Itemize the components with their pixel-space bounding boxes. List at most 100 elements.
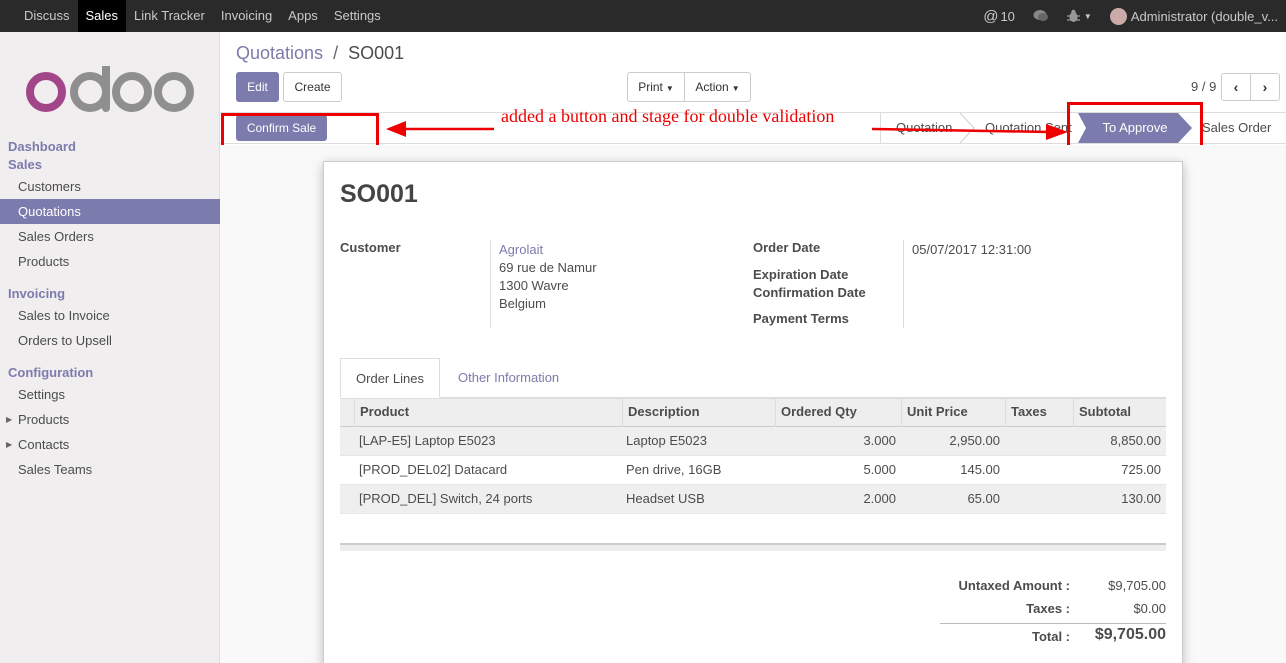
expiration-date-label: Expiration Date: [753, 267, 849, 282]
chat-button[interactable]: [1033, 9, 1049, 23]
record-title: SO001: [340, 180, 418, 208]
caret-right-icon: ▶: [6, 415, 13, 424]
sidebar-item-customers[interactable]: Customers: [0, 174, 220, 199]
breadcrumb-separator: /: [333, 43, 339, 63]
sidebar-item-products[interactable]: Products: [0, 249, 220, 274]
caret-down-icon: ▼: [731, 84, 740, 93]
app-menu: Discuss Sales Link Tracker Invoicing App…: [16, 0, 389, 32]
table-row[interactable]: [PROD_DEL02] Datacard Pen drive, 16GB 5.…: [340, 456, 1166, 485]
top-navbar: Discuss Sales Link Tracker Invoicing App…: [0, 0, 1286, 32]
action-dropdown[interactable]: Action ▼: [684, 72, 751, 102]
column-description[interactable]: Description: [622, 399, 775, 427]
table-row[interactable]: [PROD_DEL] Switch, 24 ports Headset USB …: [340, 485, 1166, 514]
address-line-2: 1300 Wavre: [499, 278, 569, 293]
sidebar-header-sales[interactable]: Sales: [0, 156, 220, 174]
sidebar-item-sales-to-invoice[interactable]: Sales to Invoice: [0, 303, 220, 328]
sidebar: Dashboard Sales Customers Quotations Sal…: [0, 32, 220, 663]
menu-link-tracker[interactable]: Link Tracker: [126, 0, 213, 32]
sidebar-group-configuration: Configuration Settings ▶ Products ▶ Contac…: [0, 364, 220, 482]
cell-price: 145.00: [960, 462, 1000, 477]
cell-product: [LAP-E5] Laptop E5023: [359, 433, 496, 448]
cell-taxes: [1010, 485, 1070, 514]
sidebar-group-dashboard: Dashboard: [0, 138, 220, 156]
create-button[interactable]: Create: [283, 72, 342, 102]
debug-button[interactable]: ▼: [1066, 9, 1092, 23]
mentions-count: 10: [1000, 8, 1015, 24]
action-label: Action: [695, 80, 729, 94]
tab-order-lines[interactable]: Order Lines: [340, 358, 440, 398]
column-unit-price[interactable]: Unit Price: [901, 399, 1005, 427]
pager-value[interactable]: 9 / 9: [1191, 79, 1216, 94]
print-label: Print: [638, 80, 663, 94]
table-header: Product Description Ordered Qty Unit Pri…: [340, 398, 1166, 427]
sidebar-item-quotations[interactable]: Quotations: [0, 199, 220, 224]
sidebar-item-label: Products: [18, 412, 70, 427]
stage-sales-order[interactable]: Sales Order: [1202, 113, 1282, 143]
cell-product: [PROD_DEL] Switch, 24 ports: [359, 491, 533, 506]
cell-qty: 5.000: [863, 462, 896, 477]
breadcrumb-quotations[interactable]: Quotations: [236, 43, 323, 63]
menu-discuss[interactable]: Discuss: [16, 0, 78, 32]
column-subtotal[interactable]: Subtotal: [1073, 399, 1166, 427]
caret-right-icon: ▶: [6, 440, 13, 449]
cell-product: [PROD_DEL02] Datacard: [359, 462, 508, 477]
menu-settings[interactable]: Settings: [326, 0, 389, 32]
odoo-logo: [26, 66, 194, 112]
order-date-value: 05/07/2017 12:31:00: [912, 242, 1032, 257]
sidebar-item-orders-to-upsell[interactable]: Orders to Upsell: [0, 328, 220, 353]
caret-down-icon: ▼: [665, 84, 674, 93]
payment-terms-label: Payment Terms: [753, 311, 849, 326]
annotation-box-confirm: [221, 113, 379, 149]
print-dropdown[interactable]: Print ▼: [627, 72, 685, 102]
sidebar-header-invoicing[interactable]: Invoicing: [0, 285, 220, 303]
table-footer-bar: [340, 543, 1166, 551]
cell-subtotal: 725.00: [1121, 462, 1161, 477]
total-value: $9,705.00: [1094, 626, 1166, 643]
table-row[interactable]: [LAP-E5] Laptop E5023 Laptop E5023 3.000…: [340, 427, 1166, 456]
column-ordered-qty[interactable]: Ordered Qty: [775, 399, 901, 427]
customer-link[interactable]: Agrolait: [499, 242, 543, 257]
at-icon: @: [983, 7, 999, 25]
sidebar-item-label: Contacts: [18, 437, 70, 452]
tab-other-information[interactable]: Other Information: [458, 358, 578, 398]
pager-next-button[interactable]: ›: [1250, 73, 1280, 101]
untaxed-amount-value: $9,705.00: [1108, 578, 1166, 593]
menu-sales[interactable]: Sales: [77, 0, 127, 32]
edit-button[interactable]: Edit: [236, 72, 279, 102]
taxes-value: $0.00: [1133, 601, 1166, 616]
field-divider: [903, 240, 904, 328]
cell-taxes: [1010, 427, 1070, 456]
sidebar-group-invoicing: Invoicing Sales to Invoice Orders to Ups…: [0, 285, 220, 353]
pager-previous-button[interactable]: ‹: [1221, 73, 1251, 101]
sidebar-item-sales-orders[interactable]: Sales Orders: [0, 224, 220, 249]
sidebar-item-contacts[interactable]: ▶ Contacts: [0, 432, 220, 457]
mentions-button[interactable]: @ 10: [983, 8, 1015, 25]
user-menu[interactable]: Administrator (double_v...: [1109, 7, 1278, 25]
menu-invoicing[interactable]: Invoicing: [213, 0, 280, 32]
totals-divider: [940, 623, 1166, 624]
column-taxes[interactable]: Taxes: [1005, 399, 1073, 427]
breadcrumb: Quotations / SO001: [236, 43, 404, 64]
cell-description: Laptop E5023: [626, 433, 707, 448]
cell-taxes: [1010, 456, 1070, 485]
customer-label: Customer: [340, 240, 401, 255]
field-divider: [490, 240, 491, 328]
annotation-text: added a button and stage for double vali…: [501, 106, 835, 126]
cell-qty: 2.000: [863, 491, 896, 506]
sidebar-item-config-products[interactable]: ▶ Products: [0, 407, 220, 432]
cell-price: 65.00: [967, 491, 1000, 506]
menu-apps[interactable]: Apps: [280, 0, 326, 32]
avatar: [1109, 7, 1127, 25]
user-name: Administrator (double_v...: [1130, 8, 1278, 24]
sidebar-item-sales-teams[interactable]: Sales Teams: [0, 457, 220, 482]
sidebar-header-dashboard[interactable]: Dashboard: [0, 138, 220, 156]
sidebar-header-configuration[interactable]: Configuration: [0, 364, 220, 382]
taxes-label: Taxes :: [1026, 601, 1070, 616]
sidebar-item-settings[interactable]: Settings: [0, 382, 220, 407]
untaxed-amount-label: Untaxed Amount :: [958, 578, 1070, 593]
sidebar-group-sales: Sales Customers Quotations Sales Orders …: [0, 156, 220, 274]
cell-description: Pen drive, 16GB: [626, 462, 722, 477]
chat-icon: [1033, 10, 1048, 21]
cell-subtotal: 130.00: [1121, 491, 1161, 506]
column-product[interactable]: Product: [354, 399, 622, 427]
